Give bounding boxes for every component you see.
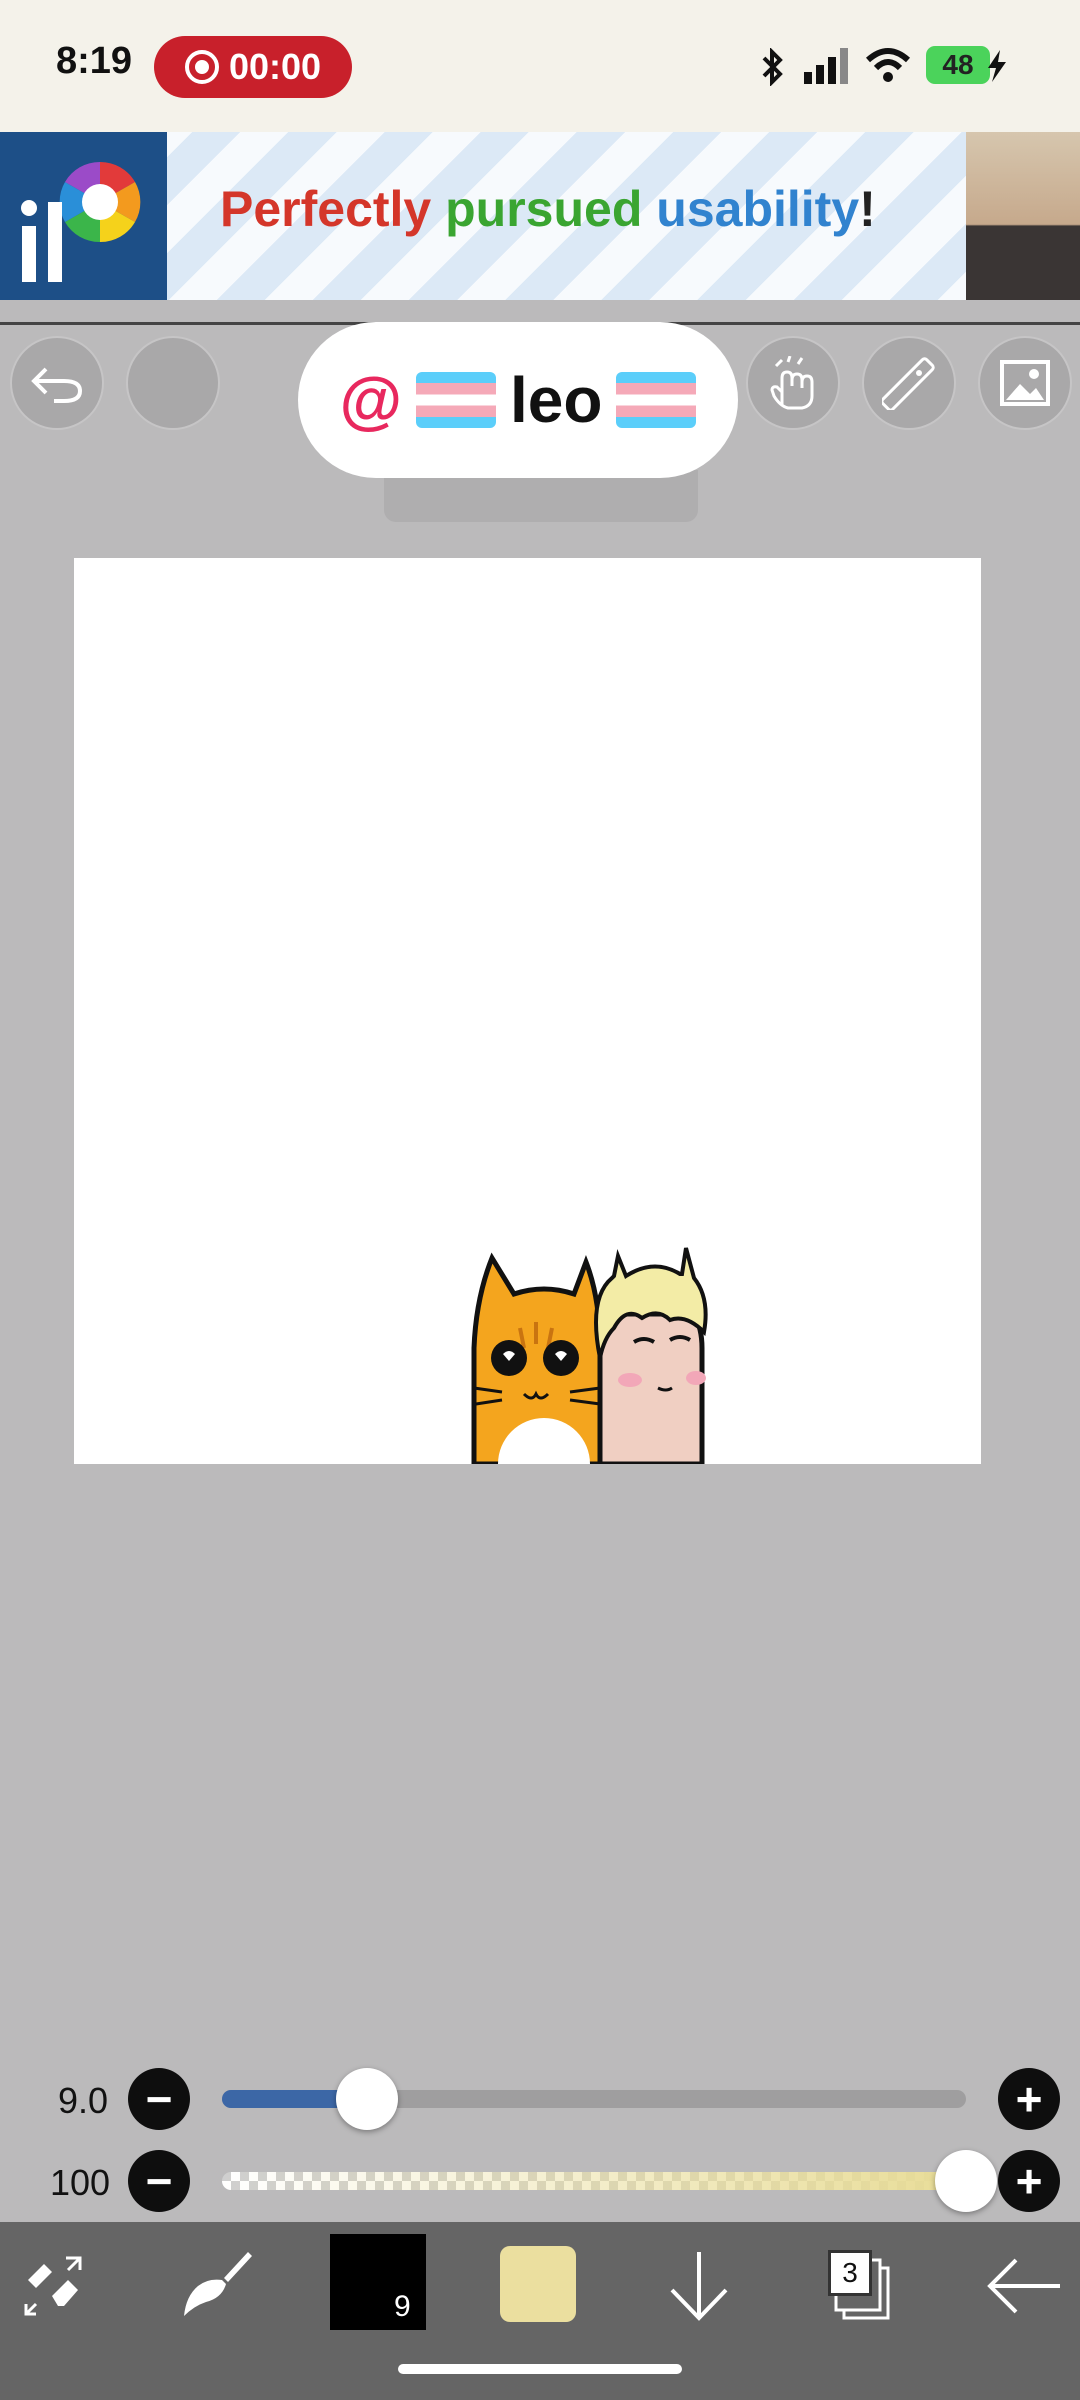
image-icon (1000, 360, 1050, 406)
opacity-label: 100 (50, 2162, 111, 2203)
charging-icon (988, 50, 1006, 82)
opacity-thumb[interactable] (935, 2150, 997, 2212)
redo-button[interactable] (126, 336, 220, 430)
trans-flag-icon (415, 372, 496, 428)
plus-icon: + (1015, 2155, 1043, 2207)
plus-icon: + (1015, 2073, 1043, 2125)
ruler-button[interactable] (862, 336, 956, 430)
canvas-artwork (471, 1247, 708, 1464)
status-time: 8:19 (56, 40, 133, 82)
hand-tool-button[interactable] (746, 336, 840, 430)
home-indicator (398, 2364, 682, 2374)
move-down-icon[interactable] (664, 2248, 734, 2324)
minus-icon: − (145, 2073, 173, 2125)
opacity-decrease-button[interactable]: − (128, 2150, 190, 2212)
opacity-fill (222, 2172, 966, 2190)
recording-timer: 00:00 (228, 46, 322, 87)
minus-icon: − (145, 2155, 173, 2207)
battery-indicator: 48 (926, 46, 990, 84)
signal-icon (804, 48, 848, 84)
layer-count: 3 (828, 2250, 872, 2296)
hand-icon (770, 356, 814, 410)
brush-size-increase-button[interactable]: + (998, 2068, 1060, 2130)
brush-size-badge: 9 (394, 2290, 411, 2323)
transform-icon[interactable] (22, 2250, 94, 2318)
wifi-icon (865, 48, 911, 82)
undo-icon (31, 367, 83, 403)
brush-size-slider[interactable] (222, 2090, 966, 2108)
ruler-icon (882, 357, 935, 410)
undo-button[interactable] (10, 336, 104, 430)
bluetooth-icon (762, 48, 783, 86)
ad-headline: Perfectly pursued usability! (220, 180, 876, 238)
brush-size-decrease-button[interactable]: − (128, 2068, 190, 2130)
back-arrow-icon[interactable] (984, 2256, 1064, 2316)
brush-preview-swatch[interactable] (330, 2234, 426, 2330)
ad-character-image (966, 132, 1080, 300)
brush-icon[interactable] (178, 2246, 256, 2324)
at-symbol: @ (339, 364, 402, 436)
ibispaint-logo (0, 132, 167, 300)
ad-word-1: Perfectly (220, 181, 432, 237)
drawing-canvas[interactable] (74, 558, 981, 1464)
username-overlay: @ leo (298, 322, 738, 478)
color-swatch[interactable] (500, 2246, 576, 2322)
brush-size-label: 9.0 (58, 2080, 109, 2121)
screen-recording-badge[interactable]: 00:00 (154, 36, 352, 98)
opacity-increase-button[interactable]: + (998, 2150, 1060, 2212)
ad-word-3: usability (656, 181, 860, 237)
username-text: leo (509, 364, 603, 436)
record-icon (184, 50, 219, 84)
ad-word-2: pursued (445, 181, 643, 237)
image-button[interactable] (978, 336, 1072, 430)
opacity-slider[interactable] (222, 2172, 966, 2190)
brush-size-thumb[interactable] (336, 2068, 399, 2130)
ad-word-4: ! (859, 181, 876, 237)
trans-flag-icon (616, 372, 697, 428)
